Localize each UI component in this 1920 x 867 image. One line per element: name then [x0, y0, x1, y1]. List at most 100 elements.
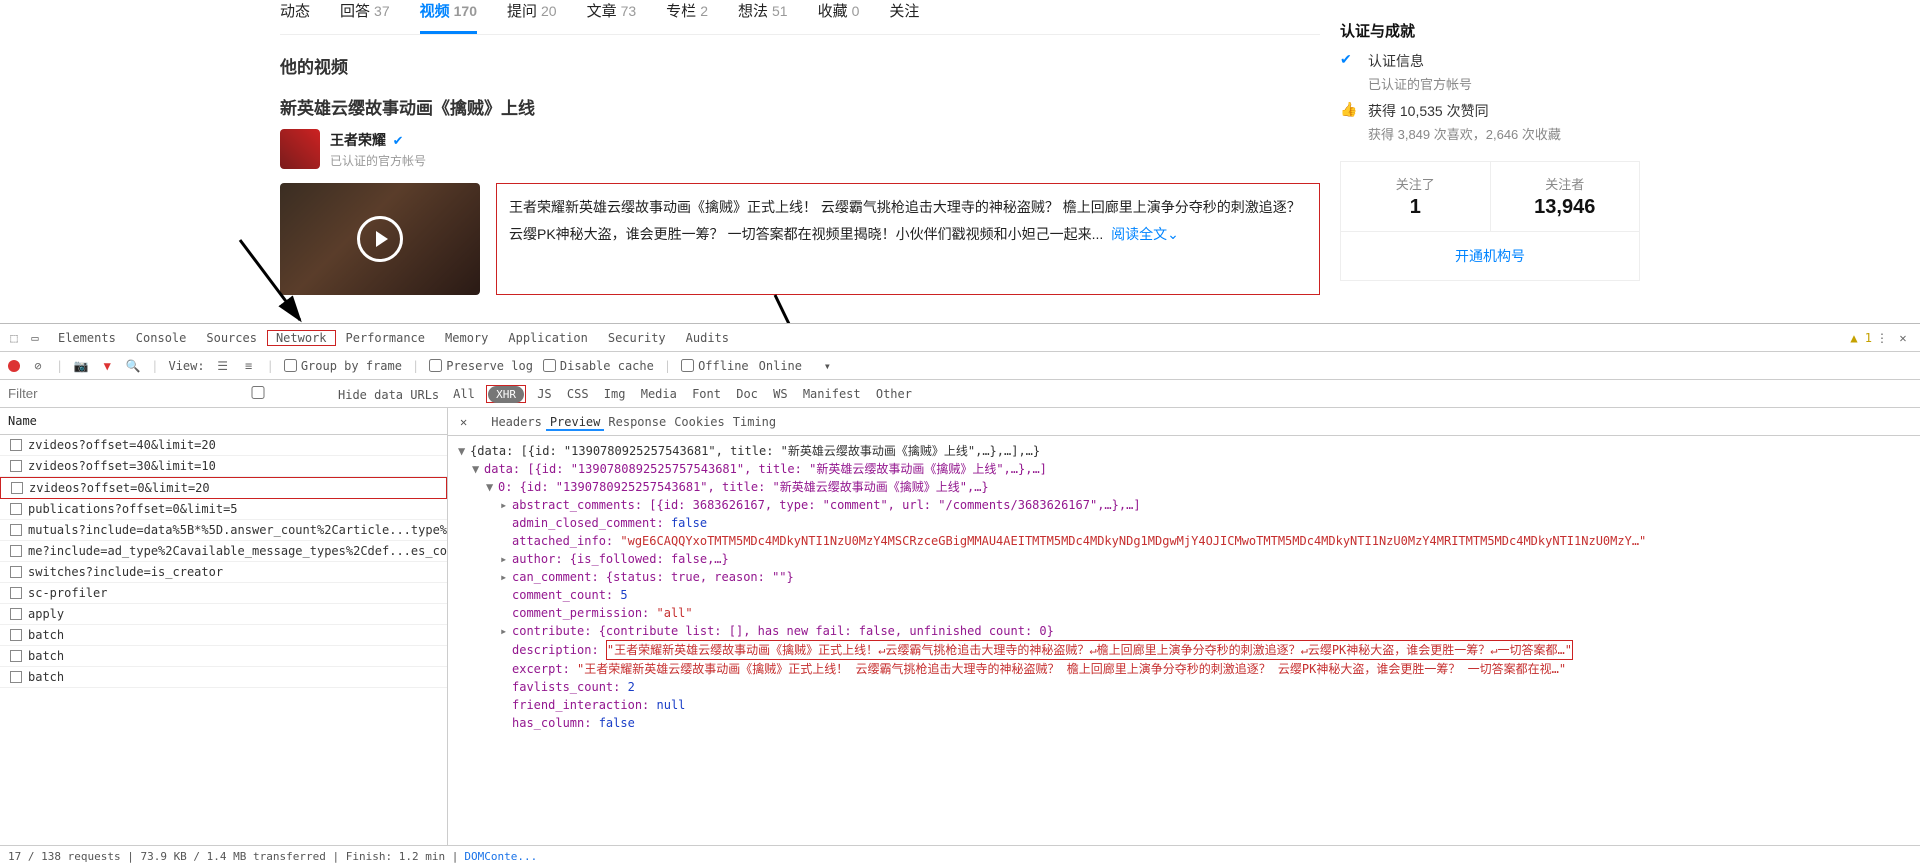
video-thumbnail[interactable]	[280, 183, 480, 295]
gain-sub: 获得 3,849 次喜欢，2,646 次收藏	[1368, 124, 1561, 143]
warnings-badge[interactable]: ▲ 1	[1850, 331, 1872, 345]
profile-tab-想法[interactable]: 想法51	[738, 0, 788, 34]
request-row[interactable]: switches?include=is_creator	[0, 562, 447, 583]
request-row[interactable]: batch	[0, 667, 447, 688]
record-icon[interactable]	[8, 360, 20, 372]
request-row[interactable]: mutuals?include=data%5B*%5D.answer_count…	[0, 520, 447, 541]
stats-box: 关注了 1 关注者 13,946	[1340, 161, 1640, 232]
response-tabs: ✕ HeadersPreviewResponseCookiesTiming	[448, 408, 1920, 436]
filter-type-font[interactable]: Font	[688, 387, 725, 401]
clear-icon[interactable]: ⊘	[30, 359, 46, 373]
devtools-tab-security[interactable]: Security	[598, 331, 676, 345]
devtools-tab-sources[interactable]: Sources	[196, 331, 267, 345]
request-list: zvideos?offset=40&limit=20zvideos?offset…	[0, 435, 447, 845]
play-icon[interactable]	[357, 216, 403, 262]
profile-tab-视频[interactable]: 视频170	[420, 0, 477, 34]
video-description: 王者荣耀新英雄云缨故事动画《擒贼》正式上线！ 云缨霸气挑枪追击大理寺的神秘盗贼？…	[509, 199, 1301, 242]
filter-type-all[interactable]: All	[449, 387, 479, 401]
preserve-log-checkbox[interactable]: Preserve log	[429, 359, 533, 373]
profile-tab-回答[interactable]: 回答37	[340, 0, 390, 34]
camera-icon[interactable]: 📷	[73, 359, 89, 373]
group-by-frame-checkbox[interactable]: Group by frame	[284, 359, 402, 373]
offline-checkbox[interactable]: Offline	[681, 359, 749, 373]
profile-tab-专栏[interactable]: 专栏2	[666, 0, 708, 34]
devtools-tab-performance[interactable]: Performance	[336, 331, 435, 345]
request-row[interactable]: publications?offset=0&limit=5	[0, 499, 447, 520]
devtools-tab-memory[interactable]: Memory	[435, 331, 498, 345]
request-row[interactable]: zvideos?offset=30&limit=10	[0, 456, 447, 477]
filter-type-xhr[interactable]: XHR	[486, 385, 526, 403]
profile-tab-文章[interactable]: 文章73	[587, 0, 637, 34]
filter-type-ws[interactable]: WS	[769, 387, 791, 401]
gain-text: 获得 10,535 次赞同	[1368, 101, 1561, 121]
response-tab-preview[interactable]: Preview	[546, 415, 605, 431]
author-subtitle: 已认证的官方帐号	[330, 152, 426, 169]
request-row[interactable]: zvideos?offset=40&limit=20	[0, 435, 447, 456]
close-details-icon[interactable]: ✕	[454, 415, 473, 429]
profile-tab-动态[interactable]: 动态	[280, 0, 310, 34]
large-rows-icon[interactable]: ☰	[215, 359, 231, 373]
devtools-tab-application[interactable]: Application	[498, 331, 597, 345]
close-icon[interactable]: ✕	[1895, 330, 1911, 346]
chevron-down-icon: ⌄	[1167, 226, 1179, 242]
side-head: 认证与成就	[1340, 20, 1640, 41]
filter-type-doc[interactable]: Doc	[732, 387, 762, 401]
search-icon[interactable]: 🔍	[125, 359, 141, 373]
json-preview[interactable]: ▼{data: [{id: "1390780925257543681", tit…	[448, 436, 1920, 845]
network-toolbar: ⊘ | 📷 ▼ 🔍 | View: ☰ ≡ | Group by frame |…	[0, 352, 1920, 380]
profile-tab-关注[interactable]: 关注	[889, 0, 919, 34]
device-toggle-icon[interactable]: ▭	[27, 330, 43, 346]
filter-type-manifest[interactable]: Manifest	[799, 387, 865, 401]
org-link[interactable]: 开通机构号	[1340, 232, 1640, 281]
verified-badge-icon: ✔	[393, 133, 404, 148]
cert-sub: 已认证的官方帐号	[1368, 74, 1472, 93]
avatar[interactable]	[280, 129, 320, 169]
filter-type-css[interactable]: CSS	[563, 387, 593, 401]
overview-icon[interactable]: ≡	[241, 359, 257, 373]
verified-badge-icon: ✔	[1340, 51, 1358, 68]
thumb-up-icon: 👍	[1340, 101, 1358, 118]
devtools-tab-console[interactable]: Console	[126, 331, 197, 345]
profile-tab-收藏[interactable]: 收藏0	[818, 0, 860, 34]
profile-tabs: 动态回答37 视频170 提问20 文章73 专栏2 想法51 收藏0 关注	[280, 0, 1320, 35]
profile-tab-提问[interactable]: 提问20	[507, 0, 557, 34]
video-description-box: 王者荣耀新英雄云缨故事动画《擒贼》正式上线！ 云缨霸气挑枪追击大理寺的神秘盗贼？…	[496, 183, 1320, 295]
request-row[interactable]: batch	[0, 646, 447, 667]
following-cell[interactable]: 关注了 1	[1341, 162, 1490, 231]
response-tab-timing[interactable]: Timing	[729, 415, 780, 429]
cert-label: 认证信息	[1368, 51, 1472, 71]
devtools-tab-audits[interactable]: Audits	[676, 331, 739, 345]
response-tab-response[interactable]: Response	[604, 415, 670, 429]
request-row[interactable]: sc-profiler	[0, 583, 447, 604]
name-column-header[interactable]: Name	[0, 408, 447, 435]
network-filter-bar: Hide data URLs All XHR JS CSS Img Media …	[0, 380, 1920, 408]
inspect-icon[interactable]: ⬚	[6, 330, 22, 346]
devtools-panel: ⬚ ▭ ElementsConsoleSourcesNetworkPerform…	[0, 323, 1920, 867]
throttling-select[interactable]: Online ▾	[759, 359, 831, 373]
devtools-tab-elements[interactable]: Elements	[48, 331, 126, 345]
author-row: 王者荣耀 ✔ 已认证的官方帐号	[280, 129, 1320, 169]
request-row[interactable]: apply	[0, 604, 447, 625]
hide-data-urls-checkbox[interactable]: Hide data URLs	[178, 386, 439, 402]
filter-type-media[interactable]: Media	[637, 387, 681, 401]
request-row[interactable]: zvideos?offset=0&limit=20	[0, 477, 447, 499]
video-title[interactable]: 新英雄云缨故事动画《擒贼》上线	[280, 94, 1320, 119]
author-name[interactable]: 王者荣耀	[330, 132, 386, 148]
response-tab-headers[interactable]: Headers	[487, 415, 546, 429]
view-label: View:	[168, 359, 204, 373]
devtools-status-bar: 17 / 138 requests | 73.9 KB / 1.4 MB tra…	[0, 845, 1920, 867]
filter-input[interactable]	[8, 386, 168, 401]
followers-cell[interactable]: 关注者 13,946	[1490, 162, 1640, 231]
section-title: 他的视频	[280, 53, 1320, 78]
devtools-tab-network[interactable]: Network	[267, 330, 336, 346]
request-row[interactable]: batch	[0, 625, 447, 646]
disable-cache-checkbox[interactable]: Disable cache	[543, 359, 654, 373]
filter-type-js[interactable]: JS	[533, 387, 555, 401]
filter-type-img[interactable]: Img	[600, 387, 630, 401]
request-row[interactable]: me?include=ad_type%2Cavailable_message_t…	[0, 541, 447, 562]
filter-type-other[interactable]: Other	[872, 387, 916, 401]
settings-icon[interactable]: ⋮	[1874, 330, 1890, 346]
read-full-link[interactable]: 阅读全文⌄	[1111, 226, 1179, 242]
response-tab-cookies[interactable]: Cookies	[670, 415, 729, 429]
filter-icon[interactable]: ▼	[99, 359, 115, 373]
